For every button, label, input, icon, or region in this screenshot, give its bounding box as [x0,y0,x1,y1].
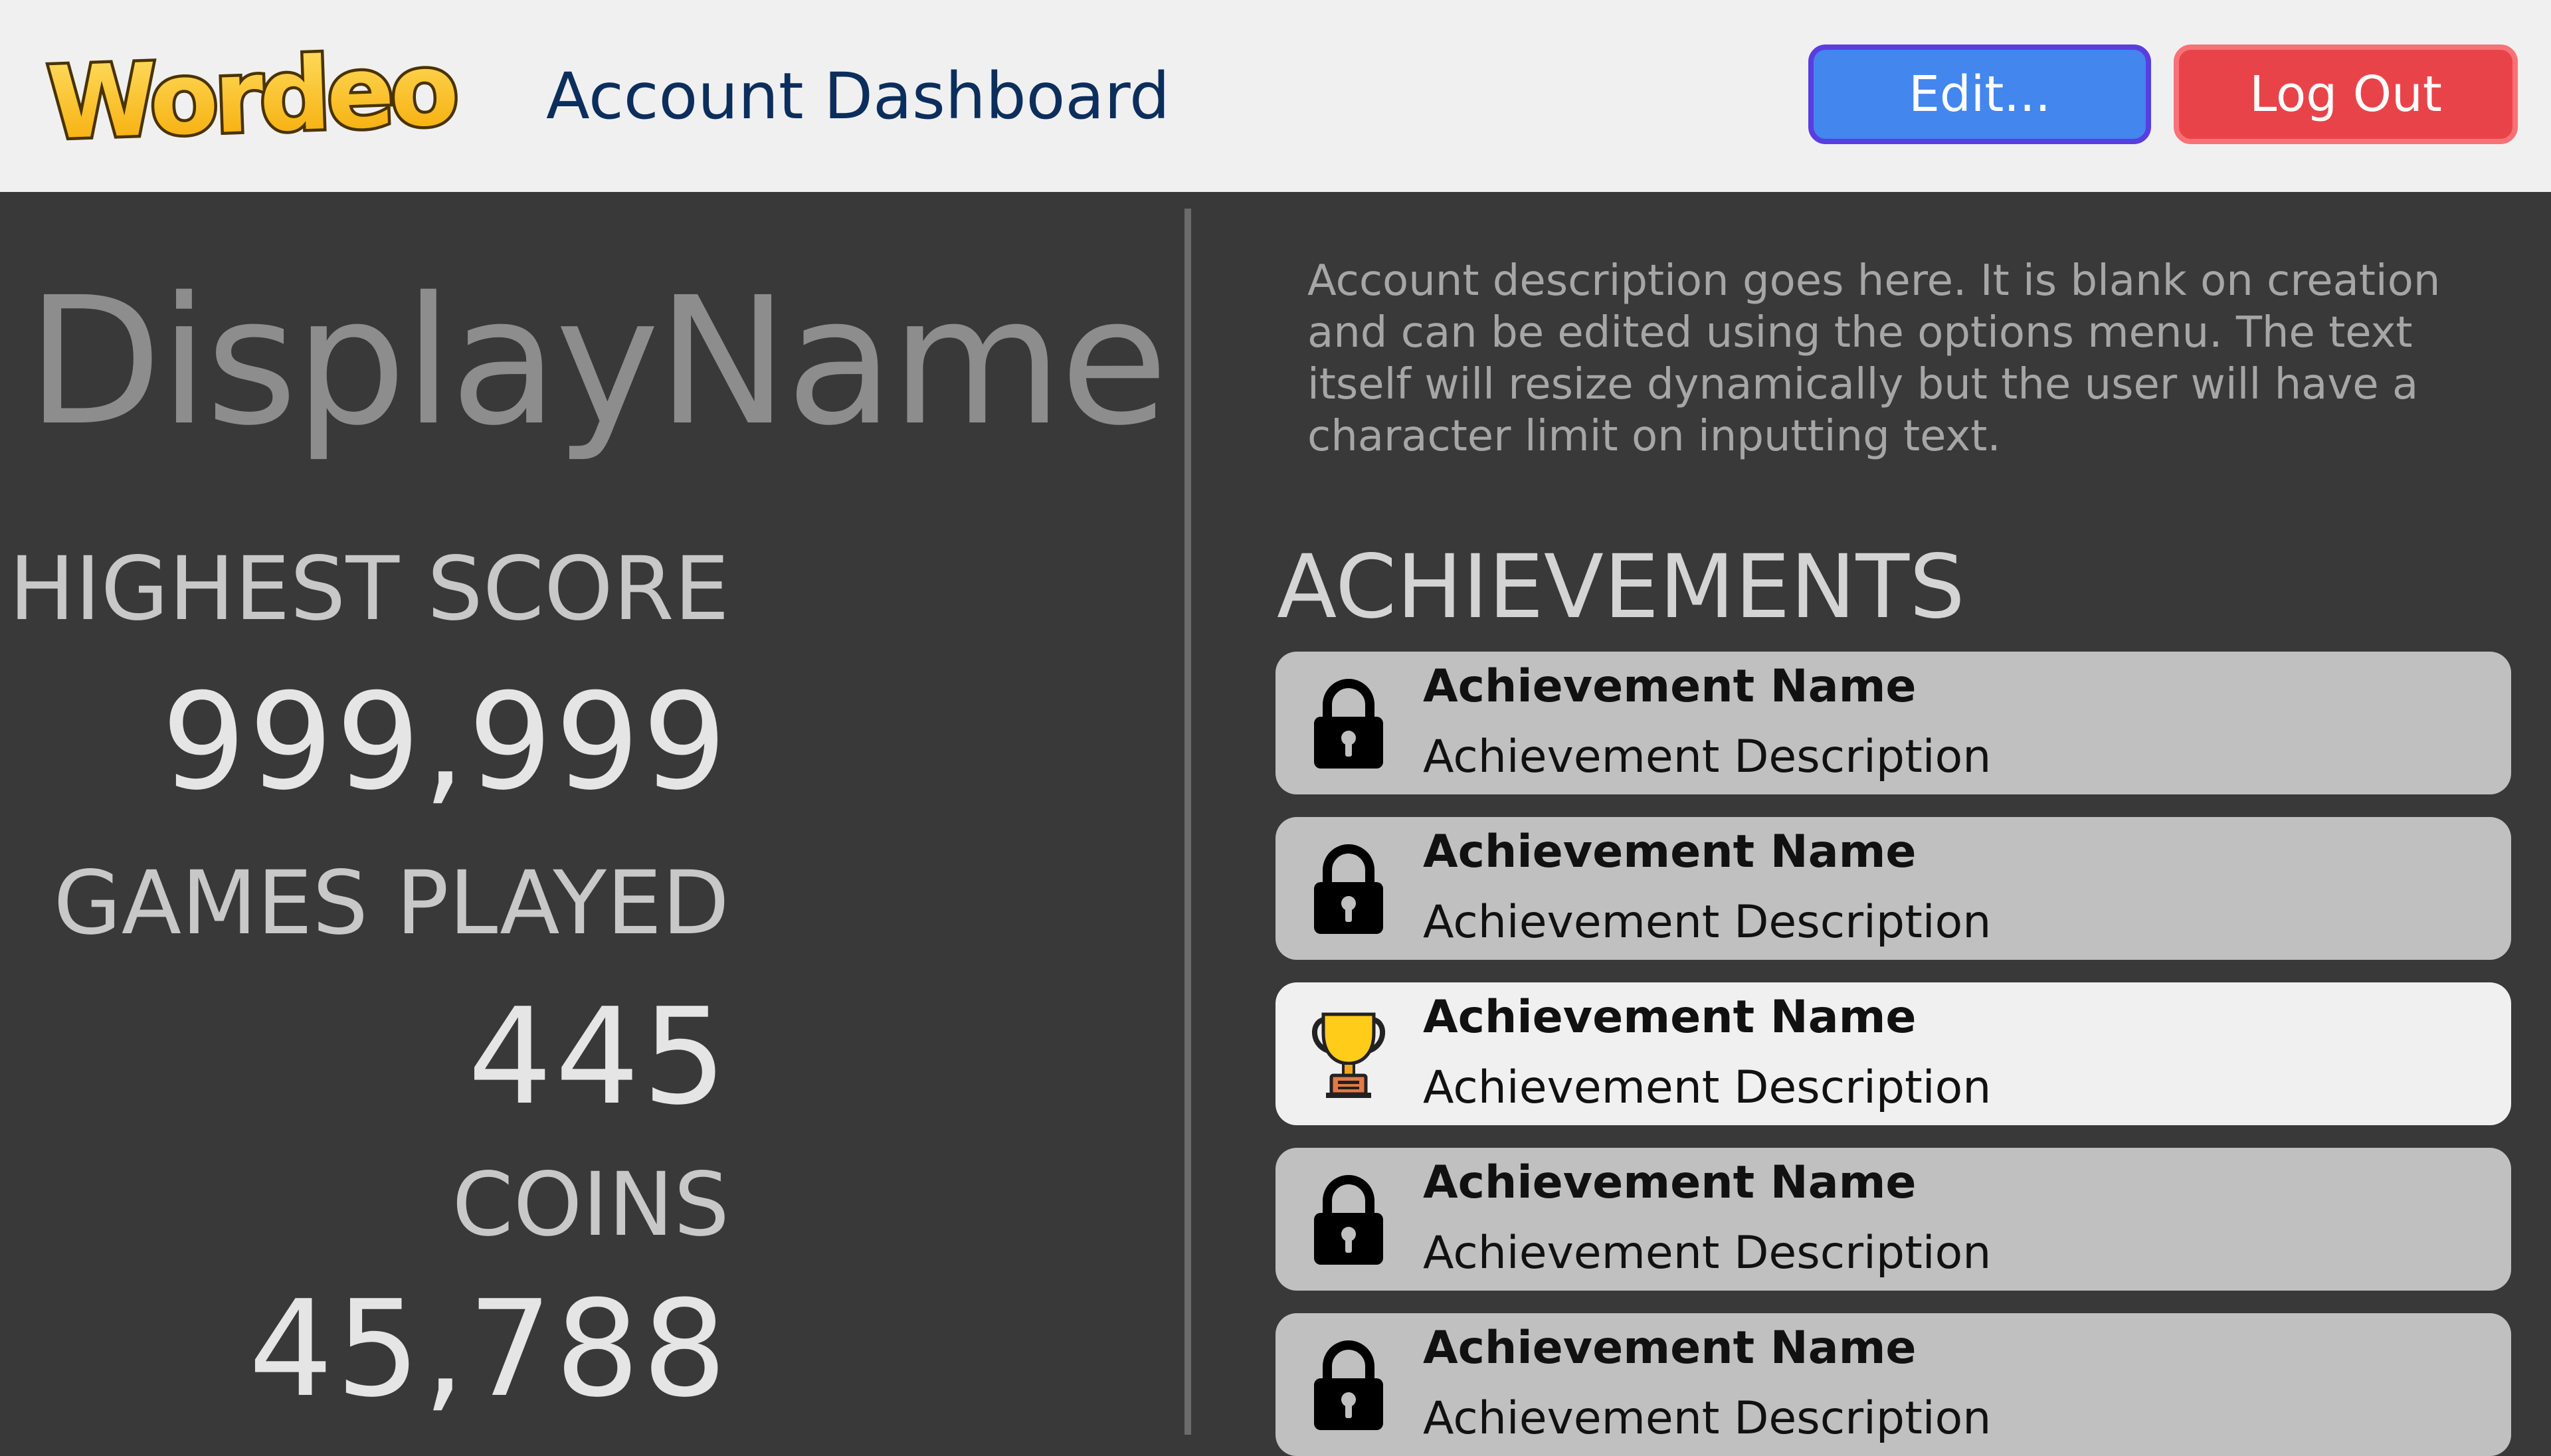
trophy-icon [1309,1008,1388,1101]
page-title: Account Dashboard [546,59,1170,134]
achievement-card[interactable]: Achievement Name Achievement Description [1276,982,2511,1125]
edit-button[interactable]: Edit... [1808,45,2151,144]
achievement-description: Achievement Description [1423,896,1992,949]
display-name: DisplayName [27,260,1169,464]
lock-icon [1309,1338,1388,1431]
lock-icon [1309,1173,1388,1266]
lock-icon [1309,677,1388,770]
achievement-card[interactable]: Achievement Name Achievement Description [1276,817,2511,960]
achievement-name: Achievement Name [1423,1156,1917,1209]
achievement-description: Achievement Description [1423,1392,1992,1445]
achievement-card[interactable]: Achievement Name Achievement Description [1276,652,2511,794]
column-divider [1184,209,1191,1435]
achievement-name: Achievement Name [1423,991,1917,1044]
achievement-card[interactable]: Achievement Name Achievement Description [1276,1148,2511,1291]
account-description: Account description goes here. It is bla… [1307,256,2441,461]
achievement-name: Achievement Name [1423,826,1917,878]
achievement-name: Achievement Name [1423,660,1917,713]
svg-text:Wordeo: Wordeo [45,41,456,154]
achievement-description: Achievement Description [1423,1061,1992,1114]
achievements-heading: ACHIEVEMENTS [1277,536,1965,638]
wordeo-logo: Wordeo [15,29,488,165]
logout-button[interactable]: Log Out [2174,45,2518,144]
top-bar: Wordeo Account Dashboard Edit... Log Out [0,0,2551,192]
coins-label: COINS [452,1154,729,1256]
achievement-description: Achievement Description [1423,1227,1992,1279]
coins-value: 45,788 [248,1272,729,1427]
lock-icon [1309,842,1388,935]
games-played-value: 445 [468,980,729,1135]
highest-score-value: 999,999 [161,665,729,820]
achievement-description: Achievement Description [1423,731,1992,783]
games-played-label: GAMES PLAYED [53,852,729,955]
achievement-name: Achievement Name [1423,1322,1917,1374]
highest-score-label: HIGHEST SCORE [9,538,730,640]
